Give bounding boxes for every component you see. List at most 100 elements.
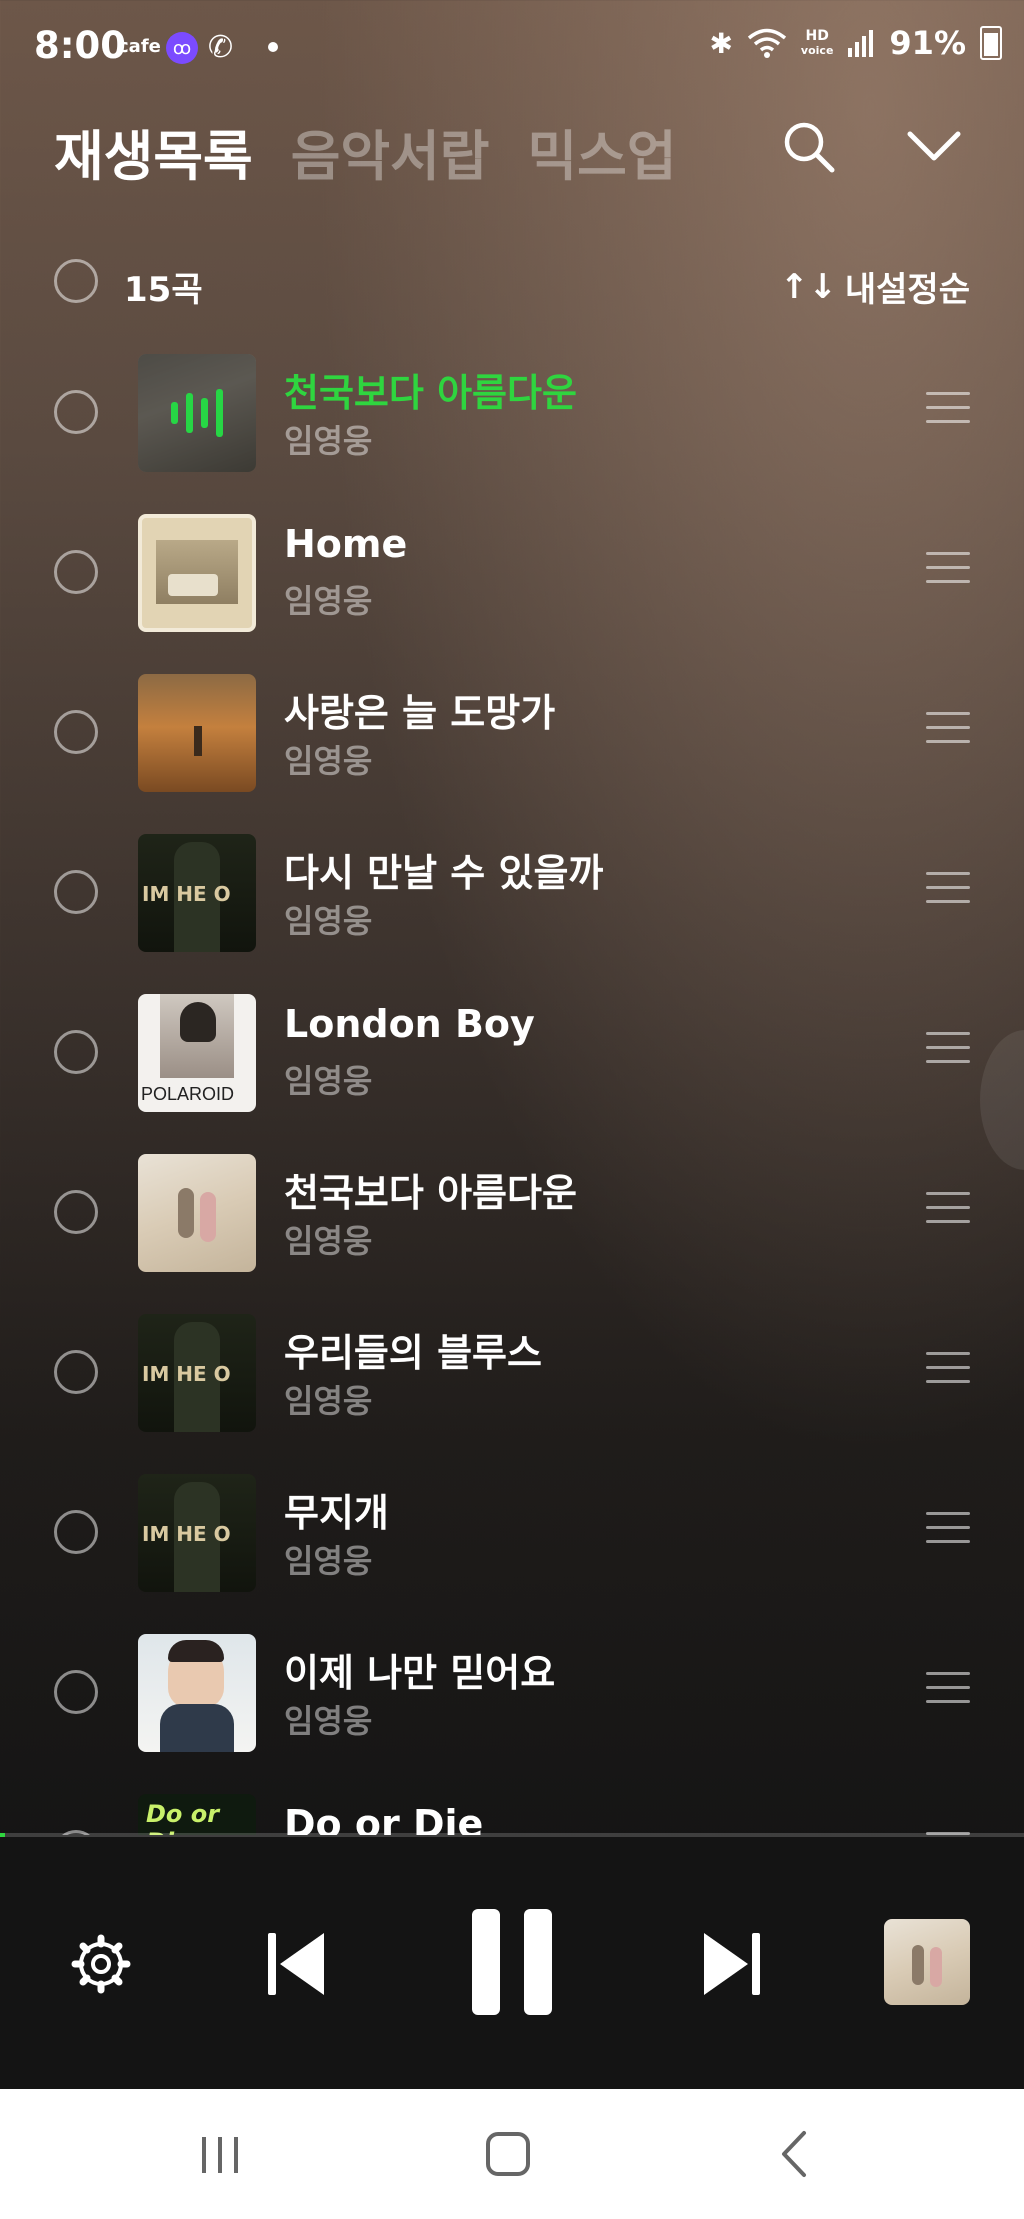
drag-handle-icon[interactable]	[926, 1672, 970, 1706]
header-tabs: 재생목록 음악서랍 믹스업	[54, 112, 677, 191]
track-title: 다시 만날 수 있을까	[284, 851, 604, 895]
drag-handle-icon[interactable]	[926, 872, 970, 906]
album-art	[138, 674, 256, 792]
settings-icon[interactable]	[70, 1933, 132, 1995]
track-artist: 임영웅	[284, 1062, 373, 1100]
drag-handle-icon[interactable]	[926, 392, 970, 426]
track-select-radio[interactable]	[54, 870, 98, 914]
sort-icon: ↑↓	[779, 266, 837, 307]
drag-handle-icon[interactable]	[926, 1352, 970, 1386]
next-icon[interactable]	[700, 1929, 762, 1999]
track-artist: 임영웅	[284, 422, 373, 460]
track-row[interactable]: Home 임영웅	[0, 500, 1024, 660]
track-select-radio[interactable]	[54, 1670, 98, 1714]
track-artist: 임영웅	[284, 742, 373, 780]
drag-handle-icon[interactable]	[926, 712, 970, 746]
track-select-radio[interactable]	[54, 1030, 98, 1074]
track-artist: 임영웅	[284, 1222, 373, 1260]
previous-icon[interactable]	[266, 1929, 328, 1999]
chevron-down-icon[interactable]	[906, 126, 962, 166]
hd-voice-label: HD voice	[801, 29, 833, 58]
track-select-radio[interactable]	[54, 1350, 98, 1394]
app-notification-icon: ꝏ	[166, 32, 198, 64]
album-art: Do or Die	[138, 1794, 256, 1835]
home-icon[interactable]	[478, 2129, 538, 2179]
call-icon: ✆	[208, 30, 234, 65]
now-playing-album-art[interactable]	[884, 1919, 970, 2005]
drag-handle-icon[interactable]	[926, 1512, 970, 1546]
track-select-radio[interactable]	[54, 1510, 98, 1554]
album-art-text: POLAROID	[141, 1084, 235, 1104]
album-art: IM HE O	[138, 1314, 256, 1432]
sort-button[interactable]: ↑↓ 내설정순	[780, 262, 970, 311]
track-artist: 임영웅	[284, 582, 373, 620]
track-select-radio[interactable]	[54, 710, 98, 754]
track-title: Do or Die	[284, 1802, 484, 1835]
track-select-radio[interactable]	[54, 390, 98, 434]
drag-handle-icon[interactable]	[926, 1032, 970, 1066]
drag-handle-icon[interactable]	[926, 552, 970, 586]
track-row[interactable]: 이제 나만 믿어요 임영웅	[0, 1620, 1024, 1780]
sort-label: 내설정순	[844, 270, 970, 310]
album-art	[138, 354, 256, 472]
tab-music-drawer[interactable]: 음악서랍	[291, 112, 490, 191]
track-title: London Boy	[284, 1002, 535, 1046]
select-all-radio[interactable]	[54, 259, 98, 303]
bluetooth-icon: ✱	[709, 26, 733, 60]
list-header: 15곡 ↑↓ 내설정순	[0, 254, 1024, 314]
track-count: 15곡	[124, 270, 203, 310]
track-artist: 임영웅	[284, 1542, 373, 1580]
system-navigation-bar	[0, 2089, 1024, 2219]
track-row[interactable]: IM HE O 다시 만날 수 있을까 임영웅	[0, 820, 1024, 980]
album-art-text: IM HE O	[142, 882, 231, 906]
track-list: 천국보다 아름다운 임영웅 Home 임영웅 사랑은 늘 도망가 임영웅 IM …	[0, 340, 1024, 1835]
back-icon[interactable]	[766, 2129, 826, 2179]
album-art: POLAROID	[138, 994, 256, 1112]
album-art	[138, 514, 256, 632]
player-controls	[0, 1837, 1024, 2089]
drag-handle-icon[interactable]	[926, 1192, 970, 1226]
status-right: ✱ HD voice 91%	[709, 24, 1002, 62]
track-row[interactable]: 천국보다 아름다운 임영웅	[0, 1140, 1024, 1300]
track-artist: 임영웅	[284, 902, 373, 940]
album-art	[138, 1154, 256, 1272]
track-select-radio[interactable]	[54, 1190, 98, 1234]
album-art-text: IM HE O	[142, 1522, 231, 1546]
track-row[interactable]: Do or Die Do or Die	[0, 1780, 1024, 1835]
search-icon[interactable]	[780, 118, 836, 174]
track-artist: 임영웅	[284, 1382, 373, 1420]
hd-label: HD	[805, 27, 829, 44]
track-row[interactable]: IM HE O 우리들의 블루스 임영웅	[0, 1300, 1024, 1460]
pause-icon[interactable]	[470, 1907, 554, 2017]
album-art-text: Do or Die	[146, 1800, 220, 1835]
album-art-text: IM HE O	[142, 1362, 231, 1386]
track-row[interactable]: 천국보다 아름다운 임영웅	[0, 340, 1024, 500]
track-artist: 임영웅	[284, 1702, 373, 1740]
signal-icon	[848, 30, 874, 57]
recent-apps-icon[interactable]	[190, 2129, 250, 2179]
track-title: 무지개	[284, 1491, 389, 1535]
track-row[interactable]: 사랑은 늘 도망가 임영웅	[0, 660, 1024, 820]
voice-label: voice	[800, 43, 834, 57]
status-bar: 8:00 cafe ꝏ ✆ ✱ HD voice 91%	[0, 0, 1024, 95]
tab-mixup[interactable]: 믹스업	[527, 112, 676, 191]
status-time: 8:00	[34, 24, 127, 67]
track-title: 사랑은 늘 도망가	[284, 691, 556, 735]
battery-icon	[980, 26, 1002, 60]
track-title: 천국보다 아름다운	[284, 371, 577, 415]
tab-playlist[interactable]: 재생목록	[54, 112, 253, 191]
album-art: IM HE O	[138, 834, 256, 952]
track-title: 우리들의 블루스	[284, 1331, 542, 1375]
track-row[interactable]: POLAROID London Boy 임영웅	[0, 980, 1024, 1140]
track-title: 천국보다 아름다운	[284, 1171, 577, 1215]
track-title: Home	[284, 522, 408, 566]
track-title: 이제 나만 믿어요	[284, 1651, 556, 1695]
album-art	[138, 1634, 256, 1752]
equalizer-icon	[138, 354, 256, 472]
battery-percent: 91%	[889, 24, 966, 62]
album-art: IM HE O	[138, 1474, 256, 1592]
track-row[interactable]: IM HE O 무지개 임영웅	[0, 1460, 1024, 1620]
wifi-icon	[747, 28, 787, 58]
track-select-radio[interactable]	[54, 550, 98, 594]
notification-dot-icon	[268, 42, 278, 52]
